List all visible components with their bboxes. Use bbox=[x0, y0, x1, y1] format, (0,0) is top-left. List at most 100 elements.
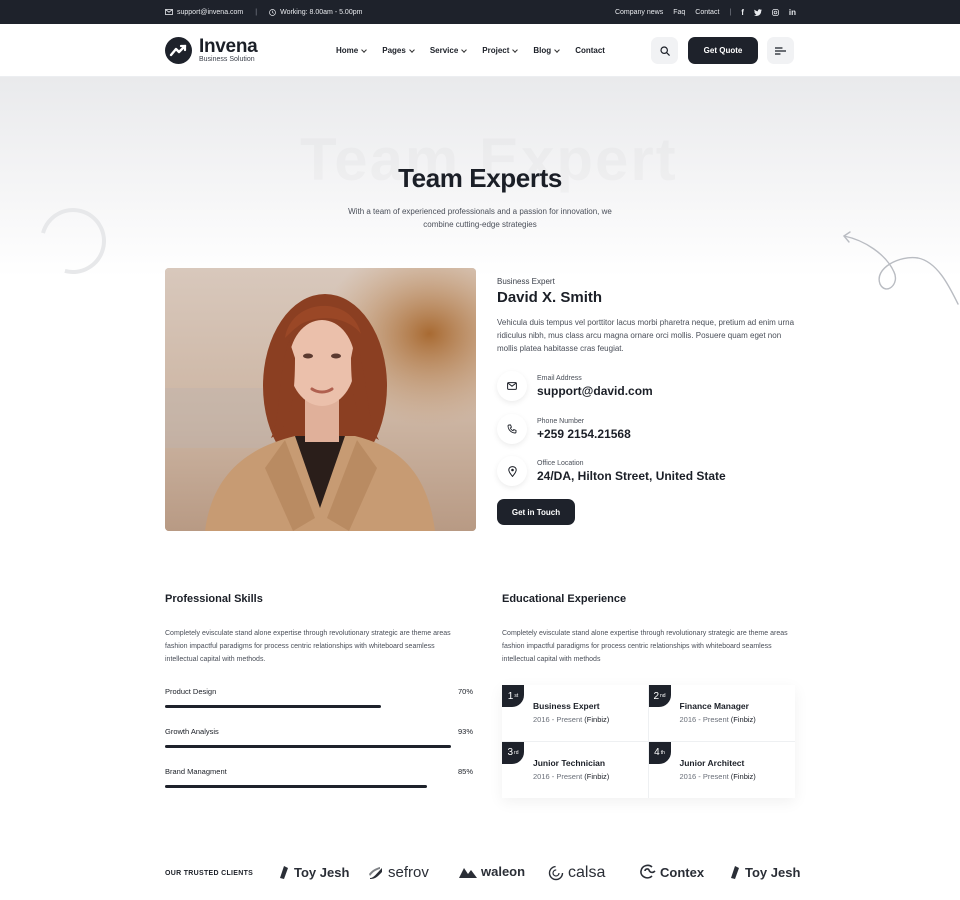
education-item: 1st Business Expert 2016 - Present (Finb… bbox=[502, 685, 649, 742]
decorative-arrow-swirl bbox=[843, 231, 959, 305]
contact-label: Office Location bbox=[537, 460, 584, 467]
client-logo-waleon[interactable]: waleon bbox=[459, 864, 525, 879]
toy-jesh-logo-icon bbox=[280, 866, 288, 879]
education-item-period: 2016 - Present (Finbiz) bbox=[533, 715, 610, 724]
topbar-hours-text: Working: 8.00am - 5.00pm bbox=[280, 8, 363, 16]
skill-label: Product Design bbox=[165, 687, 217, 696]
skill-growth-analysis: Growth Analysis 93% bbox=[165, 727, 473, 748]
topbar-link-faq[interactable]: Faq bbox=[673, 9, 685, 16]
mail-icon bbox=[165, 9, 173, 15]
page-title: Team Experts bbox=[398, 163, 562, 193]
chevron-down-icon bbox=[554, 46, 561, 53]
facebook-icon[interactable]: f bbox=[741, 8, 744, 17]
site-header: Invena Business Solution Home Pages Serv… bbox=[0, 24, 960, 77]
topbar-link-company-news[interactable]: Company news bbox=[615, 9, 663, 16]
skill-label: Brand Managment bbox=[165, 767, 227, 776]
toy-jesh-logo-icon bbox=[731, 866, 739, 879]
education-item: 4th Junior Architect 2016 - Present (Fin… bbox=[648, 741, 796, 799]
expert-name: David X. Smith bbox=[497, 289, 603, 306]
client-logo-toy-jesh[interactable]: Toy Jesh bbox=[729, 864, 800, 880]
top-bar: support@invena.com | Working: 8.00am - 5… bbox=[0, 0, 960, 24]
skills-title: Professional Skills bbox=[165, 593, 263, 605]
menu-button[interactable] bbox=[767, 37, 794, 64]
education-item-title: Finance Manager bbox=[679, 701, 749, 711]
client-name: waleon bbox=[481, 864, 526, 879]
client-logo-calsa[interactable]: calsa bbox=[548, 864, 605, 882]
chevron-down-icon bbox=[361, 46, 368, 53]
nav-item-project[interactable]: Project bbox=[482, 46, 519, 55]
logo[interactable]: Invena Business Solution bbox=[165, 35, 258, 64]
education-item-title: Business Expert bbox=[533, 701, 600, 711]
client-name: calsa bbox=[568, 864, 606, 881]
logo-mark-icon bbox=[165, 37, 192, 64]
nav-item-contact[interactable]: Contact bbox=[575, 46, 605, 55]
skill-track bbox=[165, 705, 473, 708]
topbar-email-text: support@invena.com bbox=[177, 8, 244, 16]
education-grid: 1st Business Expert 2016 - Present (Finb… bbox=[502, 685, 795, 798]
skill-label: Growth Analysis bbox=[165, 727, 219, 736]
hamburger-icon bbox=[775, 46, 786, 55]
education-title: Educational Experience bbox=[502, 593, 627, 605]
education-item-period: 2016 - Present (Finbiz) bbox=[679, 715, 756, 724]
logo-tagline: Business Solution bbox=[199, 55, 255, 63]
contact-phone-value[interactable]: +259 2154.21568 bbox=[537, 427, 631, 441]
topbar-link-contact[interactable]: Contact bbox=[695, 9, 719, 16]
skill-percent: 93% bbox=[457, 727, 473, 736]
nav-label: Contact bbox=[575, 46, 605, 55]
nav-label: Home bbox=[336, 46, 359, 55]
topbar-email[interactable]: support@invena.com bbox=[165, 9, 243, 16]
main-nav: Home Pages Service Project Blog Contact bbox=[336, 24, 605, 77]
contact-email-value[interactable]: support@david.com bbox=[537, 384, 653, 398]
get-in-touch-button[interactable]: Get in Touch bbox=[497, 499, 575, 525]
logo-name: Invena bbox=[199, 35, 258, 57]
client-logo-sefrov[interactable]: sefrov bbox=[368, 864, 429, 881]
nav-label: Project bbox=[482, 46, 510, 55]
search-button[interactable] bbox=[651, 37, 678, 64]
get-quote-button[interactable]: Get Quote bbox=[688, 37, 758, 64]
client-name: Toy Jesh bbox=[745, 864, 801, 880]
skill-track bbox=[165, 785, 473, 788]
contact-location: Office Location 24/DA, Hilton Street, Un… bbox=[497, 456, 726, 486]
education-item-period: 2016 - Present (Finbiz) bbox=[533, 771, 610, 781]
nav-item-service[interactable]: Service bbox=[429, 46, 468, 55]
search-icon bbox=[659, 45, 670, 56]
education-number-badge: 1st bbox=[502, 685, 524, 707]
nav-item-pages[interactable]: Pages bbox=[382, 46, 415, 55]
instagram-icon[interactable] bbox=[772, 8, 779, 16]
nav-item-home[interactable]: Home bbox=[336, 46, 368, 55]
contact-email: Email Address support@david.com bbox=[497, 371, 653, 401]
client-name: Toy Jesh bbox=[294, 864, 350, 880]
hero-description: With a team of experienced professionals… bbox=[348, 207, 612, 229]
education-item-title: Junior Technician bbox=[533, 757, 606, 768]
client-name: Contex bbox=[660, 864, 705, 880]
expert-photo bbox=[165, 268, 476, 531]
client-logo-contex[interactable]: Contex bbox=[639, 864, 704, 880]
skill-percent: 70% bbox=[457, 687, 473, 696]
skill-track bbox=[165, 745, 473, 748]
education-number-badge: 2nd bbox=[648, 685, 671, 707]
twitter-icon[interactable] bbox=[753, 8, 762, 16]
expert-role: Business Expert bbox=[497, 277, 555, 286]
waleon-logo-icon bbox=[459, 867, 477, 878]
education-item: 3rd Junior Technician 2016 - Present (Fi… bbox=[502, 741, 649, 798]
education-number-badge: 3rd bbox=[502, 741, 524, 764]
expert-description: Vehicula duis tempus vel porttitor lacus… bbox=[497, 318, 795, 353]
nav-label: Service bbox=[429, 46, 459, 55]
clock-icon bbox=[269, 8, 276, 16]
mail-icon bbox=[497, 371, 527, 401]
education-number-badge: 4th bbox=[648, 741, 671, 764]
client-name: sefrov bbox=[388, 864, 429, 881]
contact-label: Email Address bbox=[537, 375, 582, 382]
education-item-period: 2016 - Present (Finbiz) bbox=[679, 771, 756, 781]
client-logo-toy-jesh[interactable]: Toy Jesh bbox=[278, 864, 349, 880]
chevron-down-icon bbox=[461, 46, 468, 53]
topbar-divider: | bbox=[729, 8, 732, 16]
nav-label: Pages bbox=[382, 46, 406, 55]
education-item: 2nd Finance Manager 2016 - Present (Finb… bbox=[648, 685, 795, 742]
chevron-down-icon bbox=[408, 46, 415, 53]
skills-description: Completely evisculate stand alone expert… bbox=[165, 630, 451, 663]
linkedin-icon[interactable]: in bbox=[789, 8, 796, 17]
skill-fill bbox=[165, 705, 381, 708]
phone-icon bbox=[497, 414, 527, 444]
nav-item-blog[interactable]: Blog bbox=[533, 46, 561, 55]
